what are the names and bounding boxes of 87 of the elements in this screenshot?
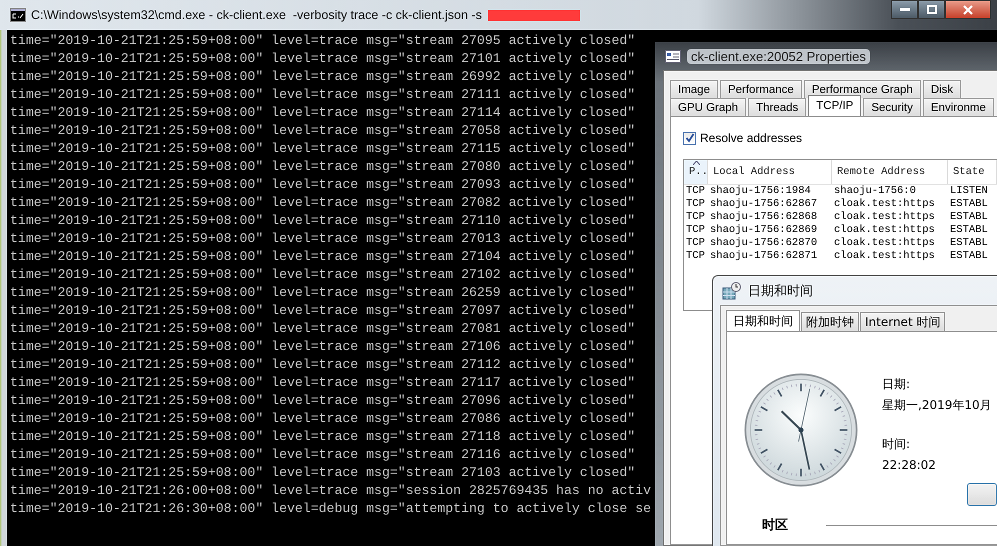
table-cell-text: TCP bbox=[685, 237, 706, 250]
log-line: time="2019-10-21T21:25:59+08:00" level=trace msg="stream 27117 actively closed" bbox=[10, 374, 636, 392]
tab[interactable]: TCP/IP bbox=[808, 95, 862, 116]
log-line: time="2019-10-21T21:25:59+08:00" level=trace msg="stream 27096 actively closed" bbox=[10, 392, 636, 410]
column-header[interactable]: State bbox=[948, 160, 997, 184]
log-line: time="2019-10-21T21:25:59+08:00" level=trace msg="stream 27093 actively closed" bbox=[10, 176, 636, 194]
column-header[interactable]: Local Address bbox=[708, 160, 832, 184]
table-cell-text: ESTABL bbox=[949, 250, 989, 263]
log-line: time="2019-10-21T21:25:59+08:00" level=trace msg="stream 27101 actively closed" bbox=[10, 50, 636, 68]
tab[interactable]: 日期和时间 bbox=[726, 310, 800, 331]
table-cell-text: shaoju-1756:62870 bbox=[709, 237, 818, 250]
column-header[interactable]: P.. bbox=[684, 160, 708, 184]
time-value: 22:28:02 bbox=[882, 457, 937, 473]
log-line: time="2019-10-21T21:25:59+08:00" level=trace msg="stream 27106 actively closed" bbox=[10, 338, 636, 356]
time-label: 时间: bbox=[882, 436, 912, 452]
table-cell-text: cloak.test:https bbox=[833, 198, 936, 211]
log-line: time="2019-10-21T21:25:59+08:00" level=trace msg="stream 27102 actively closed" bbox=[10, 266, 636, 284]
log-line: time="2019-10-21T21:25:59+08:00" level=trace msg="stream 27080 actively closed" bbox=[10, 158, 636, 176]
log-line: time="2019-10-21T21:25:59+08:00" level=trace msg="stream 27086 actively closed" bbox=[10, 410, 636, 428]
table-cell-text: shaoju-1756:1984 bbox=[709, 185, 812, 198]
column-header[interactable]: Remote Address bbox=[832, 160, 948, 184]
change-button[interactable] bbox=[967, 483, 997, 506]
window-icon bbox=[665, 50, 681, 62]
checkbox[interactable] bbox=[683, 132, 696, 144]
log-line: time="2019-10-21T21:25:59+08:00" level=trace msg="stream 27110 actively closed" bbox=[10, 212, 636, 230]
date-label: 日期: bbox=[882, 376, 912, 392]
table-cell-text: shaoju-1756:62871 bbox=[709, 250, 818, 263]
log-line: time="2019-10-21T21:25:59+08:00" level=trace msg="stream 27118 actively closed" bbox=[10, 428, 636, 446]
log-line: time="2019-10-21T21:25:59+08:00" level=trace msg="stream 27104 actively closed" bbox=[10, 248, 636, 266]
tab[interactable]: Performance bbox=[720, 80, 802, 98]
window-title: ck-client.exe:20052 Properties bbox=[687, 48, 870, 64]
log-line: time="2019-10-21T21:25:59+08:00" level=trace msg="stream 27103 actively closed" bbox=[10, 464, 636, 482]
log-line: time="2019-10-21T21:25:59+08:00" level=trace msg="stream 27114 actively closed" bbox=[10, 104, 636, 122]
date-value: 星期一,2019年10月 bbox=[882, 397, 993, 413]
tab[interactable]: Disk bbox=[922, 80, 962, 98]
console-icon bbox=[10, 8, 26, 22]
log-line: time="2019-10-21T21:25:59+08:00" level=trace msg="stream 27111 actively closed" bbox=[10, 86, 636, 104]
tab[interactable]: 附加时钟 bbox=[801, 312, 859, 331]
log-line: time="2019-10-21T21:25:59+08:00" level=trace msg="stream 27058 actively closed" bbox=[10, 122, 636, 140]
log-line: time="2019-10-21T21:26:00+08:00" level=trace msg="session 2825769435 has no activ bbox=[10, 482, 652, 500]
tab[interactable]: Image bbox=[670, 80, 718, 98]
minimize-icon bbox=[900, 8, 910, 12]
maximize-button[interactable] bbox=[918, 0, 945, 19]
checkbox-label: Resolve addresses bbox=[700, 131, 802, 145]
window-title: C:\Windows\system32\cmd.exe - ck-client.exe -verbosity trace -c ck-client.json -s bbox=[31, 8, 482, 22]
log-line: time="2019-10-21T21:25:59+08:00" level=trace msg="stream 27082 actively closed" bbox=[10, 194, 636, 212]
log-line: time="2019-10-21T21:25:59+08:00" level=trace msg="stream 27116 actively closed" bbox=[10, 446, 636, 464]
window-title: 日期和时间 bbox=[748, 282, 813, 300]
log-line: time="2019-10-21T21:25:59+08:00" level=trace msg="stream 27112 actively closed" bbox=[10, 356, 636, 374]
log-line: time="2019-10-21T21:25:59+08:00" level=trace msg="stream 27097 actively closed" bbox=[10, 302, 636, 320]
log-line: time="2019-10-21T21:25:59+08:00" level=trace msg="stream 26992 actively closed" bbox=[10, 68, 636, 86]
calendar-clock-icon bbox=[722, 282, 742, 300]
tab[interactable]: Environme bbox=[922, 98, 994, 116]
table-cell-text: TCP bbox=[685, 198, 706, 211]
table-cell-text: cloak.test:https bbox=[833, 237, 936, 250]
table-cell-text: TCP bbox=[685, 224, 706, 237]
table-cell-text: ESTABL bbox=[949, 198, 989, 211]
table-cell-text: LISTEN bbox=[949, 185, 989, 198]
tab[interactable]: GPU Graph bbox=[670, 98, 746, 116]
table-cell-text: shaoju-1756:62868 bbox=[709, 211, 818, 224]
table-cell-text: shaoju-1756:62869 bbox=[709, 224, 818, 237]
close-icon bbox=[963, 4, 973, 14]
maximize-icon bbox=[926, 5, 936, 14]
tab[interactable]: Threads bbox=[748, 98, 806, 116]
tab[interactable]: Performance Graph bbox=[804, 80, 921, 98]
table-cell-text: ESTABL bbox=[949, 224, 989, 237]
tab[interactable]: Security bbox=[863, 98, 921, 116]
table-cell-text: shaoju-1756:0 bbox=[833, 185, 917, 198]
close-button[interactable] bbox=[945, 0, 991, 19]
minimize-button[interactable] bbox=[891, 0, 918, 19]
table-cell-text: cloak.test:https bbox=[833, 211, 936, 224]
timezone-label: 时区 bbox=[762, 517, 788, 534]
table-cell-text: ESTABL bbox=[949, 237, 989, 250]
table-cell-text: TCP bbox=[685, 185, 706, 198]
log-line: time="2019-10-21T21:25:59+08:00" level=trace msg="stream 27115 actively closed" bbox=[10, 140, 636, 158]
table-cell-text: shaoju-1756:62867 bbox=[709, 198, 818, 211]
log-line: time="2019-10-21T21:25:59+08:00" level=trace msg="stream 27013 actively closed" bbox=[10, 230, 636, 248]
log-line: time="2019-10-21T21:25:59+08:00" level=trace msg="stream 26259 actively closed" bbox=[10, 284, 636, 302]
table-cell-text: TCP bbox=[685, 250, 706, 263]
table-cell-text: TCP bbox=[685, 211, 706, 224]
tab[interactable]: Internet 时间 bbox=[860, 312, 946, 331]
table-cell-text: ESTABL bbox=[949, 211, 989, 224]
log-line: time="2019-10-21T21:25:59+08:00" level=trace msg="stream 27095 actively closed" bbox=[10, 32, 636, 50]
table-cell-text: cloak.test:https bbox=[833, 224, 936, 237]
log-line: time="2019-10-21T21:25:59+08:00" level=trace msg="stream 27081 actively closed" bbox=[10, 320, 636, 338]
log-line: time="2019-10-21T21:26:30+08:00" level=debug msg="attempting to actively close se bbox=[10, 500, 652, 518]
table-cell-text: cloak.test:https bbox=[833, 250, 936, 263]
